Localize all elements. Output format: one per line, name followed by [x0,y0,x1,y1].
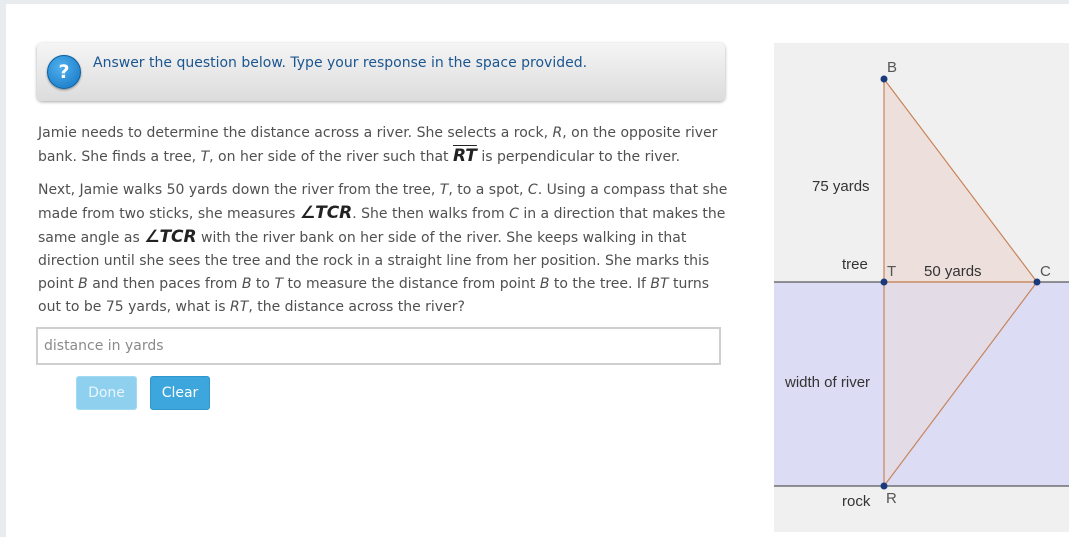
label-river-width: width of river [784,374,870,391]
question-text: , to a spot, [448,182,528,198]
answer-input[interactable] [36,327,721,365]
clear-button[interactable]: Clear [150,376,210,410]
help-icon[interactable]: ? [47,55,81,89]
label-c: C [1040,263,1051,280]
var-c: C [527,182,538,198]
label-tc-length: 50 yards [924,263,982,280]
point-r [880,482,888,490]
var-t: T [274,276,283,292]
question-text: Next, Jamie walks 50 yards down the rive… [38,182,440,198]
label-bt-length: 75 yards [812,178,870,195]
question-text: . She then walks from [352,206,510,222]
label-t: T [887,263,896,280]
question-text: , the distance across the river? [248,299,465,315]
angle-tcr: ∠TCR [299,203,353,223]
var-c: C [509,206,519,222]
instruction-text: Answer the question below. Type your res… [93,55,588,71]
angle-tcr: ∠TCR [144,227,197,247]
instruction-banner: ? Answer the question below. Type your r… [37,43,725,101]
var-bt: BT [650,276,669,292]
question-text: is perpendicular to the river. [476,149,681,165]
question-text: Jamie needs to determine the distance ac… [38,125,553,141]
point-b [880,75,888,83]
question-text: to the tree. If [549,276,651,292]
var-r: R [552,125,563,141]
segment-rt: RT [452,146,477,166]
question-paragraph-1: Jamie needs to determine the distance ac… [38,122,728,169]
river-diagram: B T C R 75 yards tree 50 yards width of … [774,43,1069,532]
question-text: to [251,276,275,292]
var-b: B [78,276,88,292]
question-text: and then paces from [87,276,242,292]
var-t: T [200,149,210,165]
question-text: , on her side of the river such that [209,149,453,165]
done-button[interactable]: Done [76,376,137,410]
label-r: R [886,490,897,507]
label-tree: tree [842,256,868,273]
left-edge [0,0,6,537]
label-rock: rock [842,493,871,510]
top-edge [0,0,1069,4]
var-rt: RT [230,299,249,315]
question-paragraph-2: Next, Jamie walks 50 yards down the rive… [38,179,728,319]
label-b: B [887,59,897,76]
question-text: to measure the distance from point [283,276,540,292]
